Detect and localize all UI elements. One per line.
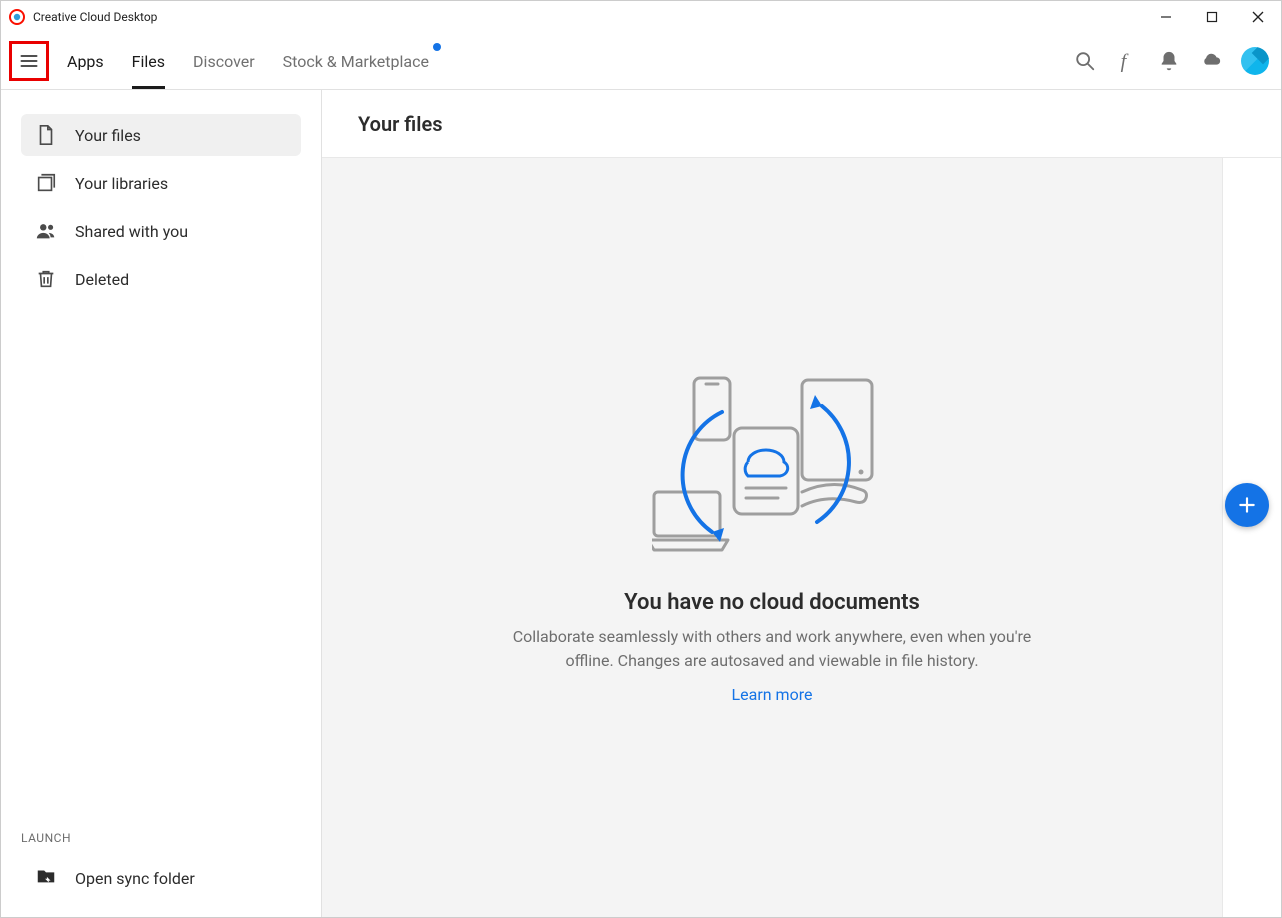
sidebar-item-label: Your files [75, 126, 141, 145]
top-nav: Apps Files Discover Stock & Marketplace … [1, 33, 1281, 90]
tab-files[interactable]: Files [118, 33, 179, 89]
bell-icon[interactable] [1157, 49, 1181, 73]
sidebar-item-deleted[interactable]: Deleted [21, 258, 301, 300]
sidebar: Your files Your libraries Shared with yo… [1, 90, 321, 917]
people-icon [35, 220, 57, 242]
svg-text:f: f [1121, 50, 1129, 72]
minimize-button[interactable] [1143, 1, 1189, 33]
open-sync-folder[interactable]: Open sync folder [21, 859, 301, 897]
maximize-button[interactable] [1189, 1, 1235, 33]
learn-more-link[interactable]: Learn more [732, 685, 813, 704]
tab-apps[interactable]: Apps [53, 33, 118, 89]
launch-section-label: LAUNCH [21, 831, 301, 845]
main-header: Your files [322, 90, 1281, 158]
fonts-icon[interactable]: f [1115, 49, 1139, 73]
titlebar: Creative Cloud Desktop [1, 1, 1281, 33]
sidebar-item-label: Shared with you [75, 222, 188, 241]
trash-icon [35, 268, 57, 290]
file-icon [35, 124, 57, 146]
cloud-icon[interactable] [1199, 49, 1223, 73]
close-button[interactable] [1235, 1, 1281, 33]
tab-label: Stock & Marketplace [283, 52, 429, 71]
window-controls [1143, 1, 1281, 33]
add-button[interactable] [1225, 483, 1269, 527]
sidebar-item-your-libraries[interactable]: Your libraries [21, 162, 301, 204]
sidebar-item-label: Deleted [75, 270, 129, 289]
search-icon[interactable] [1073, 49, 1097, 73]
open-sync-folder-label: Open sync folder [75, 869, 195, 888]
sync-folder-icon [35, 865, 57, 891]
libraries-icon [35, 172, 57, 194]
main-area: Your files [321, 90, 1281, 917]
avatar[interactable] [1241, 47, 1269, 75]
sidebar-item-label: Your libraries [75, 174, 168, 193]
notification-dot-icon [433, 43, 441, 51]
tab-label: Apps [67, 52, 104, 71]
tab-label: Files [132, 52, 165, 71]
sidebar-item-your-files[interactable]: Your files [21, 114, 301, 156]
page-title: Your files [358, 112, 443, 136]
tab-label: Discover [193, 52, 255, 71]
tab-discover[interactable]: Discover [179, 33, 269, 89]
menu-button[interactable] [9, 41, 49, 81]
empty-illustration [652, 372, 892, 572]
empty-description: Collaborate seamlessly with others and w… [492, 625, 1052, 673]
main-content: You have no cloud documents Collaborate … [322, 158, 1223, 917]
empty-title: You have no cloud documents [624, 590, 920, 615]
window-title: Creative Cloud Desktop [33, 10, 157, 24]
tab-stock[interactable]: Stock & Marketplace [269, 33, 443, 89]
sidebar-item-shared[interactable]: Shared with you [21, 210, 301, 252]
app-icon [9, 9, 25, 25]
